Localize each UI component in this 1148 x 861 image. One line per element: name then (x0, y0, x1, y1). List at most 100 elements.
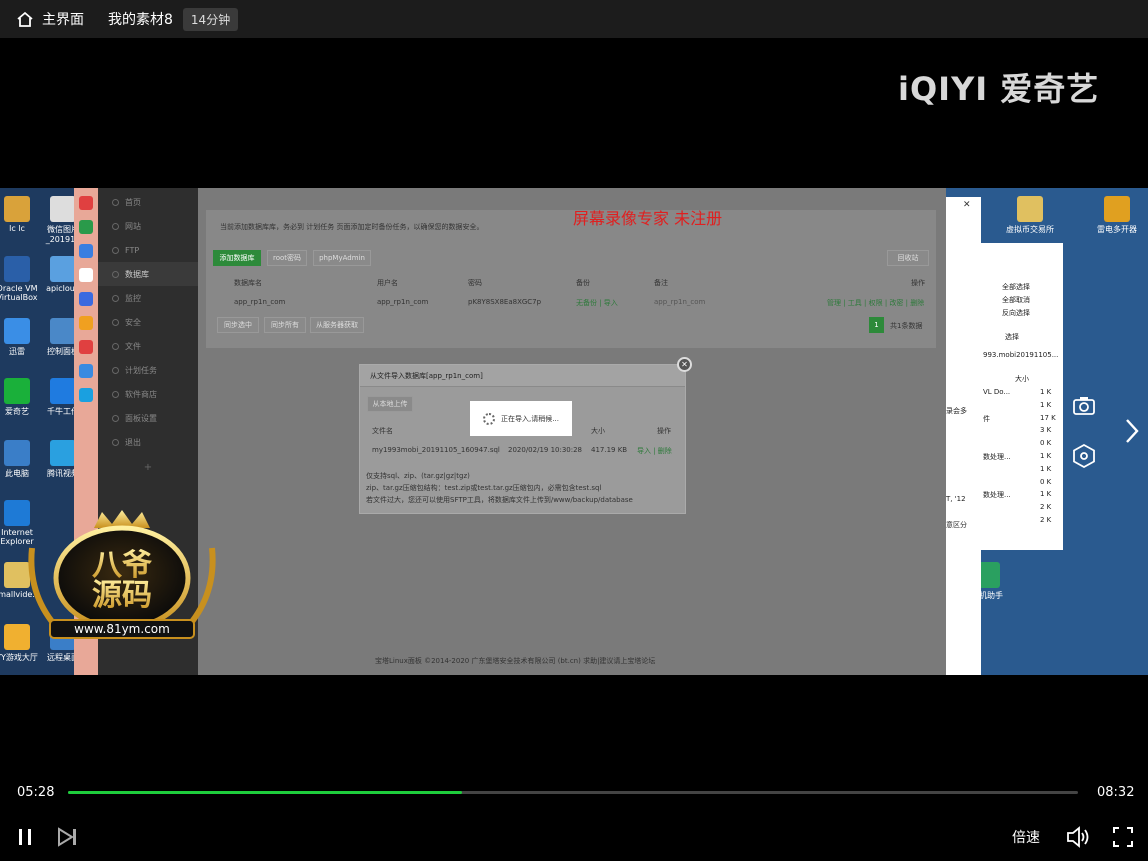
explorer-file-size: 1 K (1040, 490, 1052, 499)
sidebar-item[interactable]: 网站 (98, 214, 198, 238)
app-icon (50, 256, 76, 282)
col-user[interactable]: 用户名 (377, 278, 398, 288)
explorer-path[interactable]: 993.mobi20191105... (983, 351, 1058, 359)
phpmyadmin-button[interactable]: phpMyAdmin (313, 250, 371, 266)
add-db-button[interactable]: 添加数据库 (213, 250, 261, 266)
explorer-file-size: 0 K (1040, 439, 1052, 448)
desktop-icon-label: 爱奇艺 (5, 407, 29, 416)
recycle-button[interactable]: 回收站 (887, 250, 929, 266)
app-icon (4, 196, 30, 222)
app-icon (50, 440, 76, 466)
close-icon[interactable]: ✕ (677, 357, 692, 372)
ai-button[interactable] (1070, 442, 1098, 470)
home-label: 主界面 (42, 12, 84, 28)
desktop-icon[interactable]: 雷电多开器 (1092, 196, 1142, 235)
explorer-side-text: T, '12 (946, 495, 966, 503)
app-icon (79, 220, 93, 234)
speed-button[interactable]: 倍速 (1012, 826, 1040, 848)
app-icon (79, 244, 93, 258)
volume-button[interactable] (1065, 824, 1091, 850)
next-button[interactable] (54, 824, 80, 850)
explorer-file-name[interactable]: 件 (983, 414, 990, 424)
sidebar-item-label: FTP (125, 245, 140, 255)
root-password-button[interactable]: root密码 (267, 250, 307, 266)
sidebar-item-label: 安全 (125, 317, 141, 327)
app-icon (1104, 196, 1130, 222)
pause-button[interactable] (12, 824, 38, 850)
sync-selected-button[interactable]: 同步选中 (217, 317, 259, 333)
desktop-icon[interactable]: lc lc (0, 196, 42, 233)
top-bar: 主界面 我的素材8 14分钟 (0, 0, 1148, 38)
from-server-button[interactable]: 从服务器获取 (310, 317, 364, 333)
camera-icon (1073, 397, 1095, 415)
sidebar-item[interactable]: 文件 (98, 334, 198, 358)
spinner-icon (483, 412, 496, 425)
menu-dot-icon (112, 366, 119, 374)
sidebar-item[interactable]: 首页 (98, 190, 198, 214)
modal-note: zip、tar.gz压缩包结构：test.zip或test.tar.gz压缩包内… (366, 484, 602, 492)
desktop-icon[interactable]: 虚拟币交易所 (1005, 196, 1055, 235)
desktop-icon[interactable]: 迅雷 (0, 318, 42, 357)
app-icon (4, 440, 30, 466)
row-backup[interactable]: 无备份 | 导入 (576, 298, 618, 308)
file-ops[interactable]: 导入 | 删除 (637, 446, 672, 456)
notice-text: 当前添加数据库库，务必到 计划任务 页面添加定时备份任务，以确保您的数据安全。 (220, 223, 484, 231)
next-episode-button[interactable] (1118, 417, 1146, 445)
modal-col-size: 大小 (591, 427, 605, 435)
emblem-logo: 八爷 源码 www.81ym.com (28, 510, 216, 639)
app-icon (79, 340, 93, 354)
sidebar-item[interactable]: 软件商店 (98, 382, 198, 406)
sidebar-item[interactable]: 面板设置 (98, 406, 198, 430)
col-dbname[interactable]: 数据库名 (234, 278, 262, 288)
menu-dot-icon (112, 438, 119, 446)
hexagon-icon (1073, 444, 1095, 468)
explorer-file-name[interactable]: VL Do... (983, 388, 1010, 396)
explorer-side-text: 录会多 (946, 407, 967, 415)
menu-dot-icon (112, 222, 119, 230)
explorer-file-name[interactable]: 数处理... (983, 490, 1011, 500)
desktop-icon[interactable]: 此电脑 (0, 440, 42, 479)
menu-dot-icon (112, 198, 119, 206)
row-remark[interactable]: app_rp1n_com (654, 298, 705, 306)
explorer-file-size: 1 K (1040, 400, 1052, 409)
upload-button[interactable]: 从本地上传 (367, 396, 413, 412)
desktop-icon-label: 虚拟币交易所 (1006, 225, 1054, 234)
sidebar-item[interactable]: 退出 (98, 430, 198, 454)
file-date: 2020/02/19 10:30:28 (508, 446, 583, 454)
sidebar-item-label: 数据库 (125, 269, 149, 279)
modal-title: 从文件导入数据库[app_rp1n_com] (360, 365, 685, 387)
duration-badge: 14分钟 (182, 7, 239, 31)
fullscreen-button[interactable] (1110, 824, 1136, 850)
sidebar-item[interactable]: 数据库 (98, 262, 198, 286)
screenshot-button[interactable] (1070, 392, 1098, 420)
desktop-icon[interactable]: 爱奇艺 (0, 378, 42, 417)
col-remark: 备注 (654, 279, 668, 287)
explorer-col-size[interactable]: 大小 (1015, 374, 1029, 384)
sidebar-item[interactable]: 监控 (98, 286, 198, 310)
app-icon (79, 388, 93, 402)
explorer-menu-item[interactable]: 反向选择 (1002, 308, 1030, 318)
home-button[interactable]: 主界面 (16, 9, 84, 29)
sidebar-item[interactable]: FTP (98, 238, 198, 262)
close-icon[interactable]: ✕ (963, 200, 971, 210)
page-button[interactable]: 1 (869, 317, 884, 333)
menu-dot-icon (112, 246, 119, 254)
app-icon (50, 378, 76, 404)
desktop-icon-label: 雷电多开器 (1097, 225, 1137, 234)
explorer-file-size: 3 K (1040, 426, 1052, 435)
sidebar-item-label: 软件商店 (125, 389, 157, 399)
sidebar-item[interactable]: 计划任务 (98, 358, 198, 382)
explorer-menu-item[interactable]: 全部选择 (1002, 282, 1030, 292)
sync-all-button[interactable]: 同步所有 (264, 317, 306, 333)
sidebar-item[interactable]: 安全 (98, 310, 198, 334)
progress-bar[interactable] (68, 791, 1078, 794)
app-icon (79, 316, 93, 330)
explorer-menu-item[interactable]: 全部取消 (1002, 295, 1030, 305)
app-icon (79, 364, 93, 378)
loading-toast: 正在导入,请稍候... (470, 401, 572, 436)
desktop-icon[interactable]: Oracle VM VirtualBox (0, 256, 42, 302)
add-icon[interactable]: + (98, 462, 198, 473)
row-ops[interactable]: 管理 | 工具 | 权限 | 改密 | 删除 (827, 298, 924, 308)
explorer-file-name[interactable]: 数处理... (983, 452, 1011, 462)
emblem-url: www.81ym.com (74, 622, 170, 636)
